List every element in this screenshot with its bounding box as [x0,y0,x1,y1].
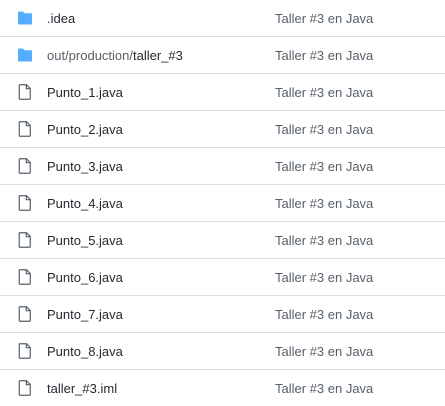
commit-message[interactable]: Taller #3 en Java [275,122,373,137]
file-name: Punto_3.java [47,159,123,174]
list-item[interactable]: taller_#3.iml Taller #3 en Java [0,370,445,406]
list-item[interactable]: Punto_6.java Taller #3 en Java [0,259,445,296]
list-item[interactable]: Punto_3.java Taller #3 en Java [0,148,445,185]
folder-icon [16,46,34,64]
file-name: Punto_2.java [47,122,123,137]
file-name: taller_#3.iml [47,381,117,396]
folder-link[interactable]: taller_#3 [133,48,183,63]
list-item[interactable]: out/production/taller_#3 Taller #3 en Ja… [0,37,445,74]
list-item[interactable]: Punto_1.java Taller #3 en Java [0,74,445,111]
list-item[interactable]: Punto_5.java Taller #3 en Java [0,222,445,259]
file-name: Punto_7.java [47,307,123,322]
folder-path-prefix: out/production/ [47,47,134,63]
file-icon [16,379,34,397]
file-link[interactable]: Punto_8.java [47,344,123,359]
commit-message[interactable]: Taller #3 en Java [275,270,373,285]
file-link[interactable]: Punto_1.java [47,85,123,100]
commit-message[interactable]: Taller #3 en Java [275,48,373,63]
file-list: .idea Taller #3 en Java out/production/t… [0,0,445,406]
commit-message[interactable]: Taller #3 en Java [275,307,373,322]
commit-message[interactable]: Taller #3 en Java [275,159,373,174]
list-item[interactable]: Punto_7.java Taller #3 en Java [0,296,445,333]
commit-message[interactable]: Taller #3 en Java [275,344,373,359]
file-link[interactable]: Punto_3.java [47,159,123,174]
file-link[interactable]: Punto_5.java [47,233,123,248]
file-link[interactable]: Punto_6.java [47,270,123,285]
file-icon [16,194,34,212]
commit-message[interactable]: Taller #3 en Java [275,196,373,211]
folder-icon [16,9,34,27]
file-link[interactable]: taller_#3.iml [47,381,117,396]
list-item[interactable]: Punto_8.java Taller #3 en Java [0,333,445,370]
folder-name: out/production/taller_#3 [47,48,183,63]
list-item[interactable]: Punto_2.java Taller #3 en Java [0,111,445,148]
file-name: Punto_8.java [47,344,123,359]
folder-link[interactable]: .idea [47,11,75,26]
list-item[interactable]: Punto_4.java Taller #3 en Java [0,185,445,222]
file-link[interactable]: Punto_7.java [47,307,123,322]
file-icon [16,342,34,360]
file-name: Punto_6.java [47,270,123,285]
file-icon [16,120,34,138]
file-name: Punto_5.java [47,233,123,248]
file-name: Punto_1.java [47,85,123,100]
commit-message[interactable]: Taller #3 en Java [275,233,373,248]
file-icon [16,305,34,323]
commit-message[interactable]: Taller #3 en Java [275,381,373,396]
commit-message[interactable]: Taller #3 en Java [275,85,373,100]
file-name: Punto_4.java [47,196,123,211]
file-icon [16,231,34,249]
file-link[interactable]: Punto_4.java [47,196,123,211]
list-item[interactable]: .idea Taller #3 en Java [0,0,445,37]
file-icon [16,268,34,286]
file-icon [16,83,34,101]
commit-message[interactable]: Taller #3 en Java [275,11,373,26]
folder-name: .idea [47,11,75,26]
file-icon [16,157,34,175]
file-link[interactable]: Punto_2.java [47,122,123,137]
